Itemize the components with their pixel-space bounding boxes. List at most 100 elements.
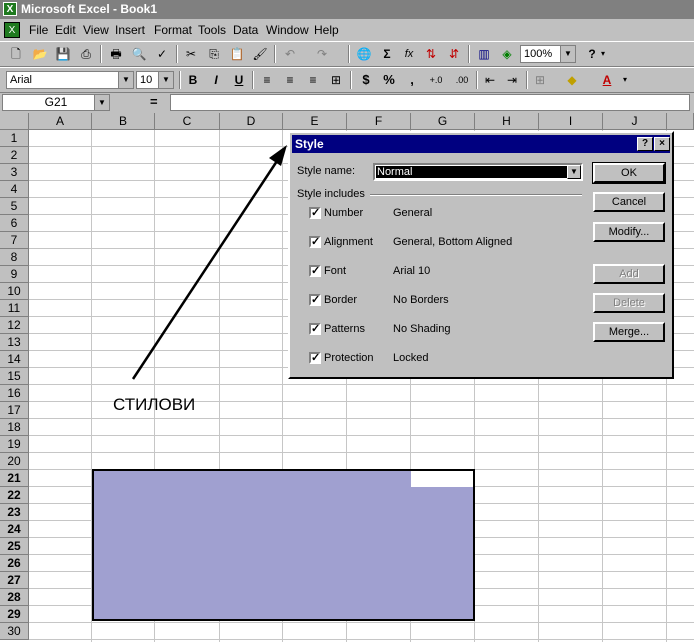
- undo-icon[interactable]: ↶: [280, 45, 300, 63]
- open-icon[interactable]: 📂: [30, 45, 50, 63]
- decrease-indent-icon[interactable]: ⇤: [480, 71, 500, 89]
- protection-value: Locked: [393, 352, 429, 364]
- excel-icon[interactable]: X: [3, 2, 17, 16]
- merge-center-icon[interactable]: ⊞: [326, 71, 346, 89]
- currency-button[interactable]: $: [356, 71, 376, 89]
- menu-edit[interactable]: Edit: [55, 23, 76, 37]
- style-name-select[interactable]: Normal ▼: [373, 163, 583, 181]
- group-divider: [370, 194, 582, 196]
- menu-file[interactable]: File: [29, 23, 48, 37]
- paste-function-icon[interactable]: fx: [399, 45, 419, 63]
- checkbox-alignment[interactable]: ✓: [309, 236, 321, 248]
- comma-button[interactable]: ,: [402, 71, 422, 89]
- font-size-select[interactable]: 10 ▼: [136, 71, 174, 89]
- dialog-title: Style: [295, 137, 324, 151]
- alignment-value: General, Bottom Aligned: [393, 236, 513, 248]
- toolbar-separator: [179, 71, 181, 89]
- checkbox-patterns[interactable]: ✓: [309, 323, 321, 335]
- increase-indent-icon[interactable]: ⇥: [502, 71, 522, 89]
- redo-icon[interactable]: ↷: [312, 45, 332, 63]
- print-icon[interactable]: 🖶: [106, 45, 126, 63]
- checkbox-border[interactable]: ✓: [309, 294, 321, 306]
- borders-icon[interactable]: ⊞: [530, 71, 550, 89]
- menu-window[interactable]: Window: [266, 23, 309, 37]
- align-left-icon[interactable]: ≡: [257, 71, 277, 89]
- delete-button[interactable]: Delete: [593, 293, 665, 313]
- chevron-down-icon[interactable]: ▼: [118, 72, 133, 88]
- new-icon[interactable]: 🗋: [6, 45, 26, 63]
- help-icon[interactable]: ?: [637, 137, 653, 151]
- checkbox-label-font[interactable]: Font: [324, 265, 346, 277]
- checkbox-label-alignment[interactable]: Alignment: [324, 236, 373, 248]
- font-select[interactable]: Arial ▼: [6, 71, 134, 89]
- formula-input[interactable]: [170, 94, 690, 111]
- ok-button[interactable]: OK: [592, 162, 666, 184]
- patterns-value: No Shading: [393, 323, 451, 335]
- spelling-icon[interactable]: ✓: [152, 45, 172, 63]
- decrease-decimal-button[interactable]: .00: [450, 71, 474, 89]
- align-center-icon[interactable]: ≡: [280, 71, 300, 89]
- menu-format[interactable]: Format: [154, 23, 192, 37]
- checkbox-label-protection[interactable]: Protection: [324, 352, 374, 364]
- more-buttons-icon[interactable]: ▾: [620, 71, 630, 89]
- chevron-down-icon[interactable]: ▼: [567, 165, 581, 179]
- toolbar-separator: [526, 71, 528, 89]
- toolbar-separator: [100, 45, 102, 63]
- preview-icon[interactable]: 🔍: [129, 45, 149, 63]
- border-value: No Borders: [393, 294, 449, 306]
- sort-descending-icon[interactable]: ⇵: [444, 45, 464, 63]
- print-preview-icon[interactable]: ⎙: [76, 45, 96, 63]
- toolbar-separator: [350, 71, 352, 89]
- save-icon[interactable]: 💾: [53, 45, 73, 63]
- chevron-down-icon[interactable]: ▼: [560, 46, 575, 62]
- edit-formula-button[interactable]: =: [150, 94, 158, 109]
- toolbar-separator: [468, 45, 470, 63]
- dialog-title-bar: Style ? ×: [292, 135, 670, 153]
- menu-help[interactable]: Help: [314, 23, 339, 37]
- align-right-icon[interactable]: ≡: [303, 71, 323, 89]
- chart-wizard-icon[interactable]: ▥: [474, 45, 494, 63]
- sort-ascending-icon[interactable]: ⇅: [421, 45, 441, 63]
- autosum-icon[interactable]: Σ: [377, 45, 397, 63]
- checkbox-label-number[interactable]: Number: [324, 207, 363, 219]
- format-painter-icon[interactable]: 🖌: [250, 45, 270, 63]
- menu-tools[interactable]: Tools: [198, 23, 226, 37]
- style-name-value[interactable]: Normal: [376, 166, 568, 178]
- modify-button[interactable]: Modify...: [593, 222, 665, 242]
- chevron-down-icon[interactable]: ▼: [158, 72, 173, 88]
- underline-button[interactable]: U: [229, 71, 249, 89]
- chevron-down-icon[interactable]: ▼: [94, 95, 109, 110]
- paste-icon[interactable]: 📋: [227, 45, 247, 63]
- font-size-value: 10: [140, 74, 153, 86]
- menu-insert[interactable]: Insert: [115, 23, 145, 37]
- cancel-button[interactable]: Cancel: [593, 192, 665, 212]
- zoom-select[interactable]: 100% ▼: [520, 45, 576, 63]
- increase-decimal-button[interactable]: +.0: [424, 71, 448, 89]
- checkbox-protection[interactable]: ✓: [309, 352, 321, 364]
- checkbox-label-border[interactable]: Border: [324, 294, 357, 306]
- copy-icon[interactable]: ⎘: [204, 45, 224, 63]
- font-value: Arial: [10, 74, 33, 86]
- merge-button[interactable]: Merge...: [593, 322, 665, 342]
- font-color-icon[interactable]: A: [597, 71, 617, 89]
- bold-button[interactable]: B: [183, 71, 203, 89]
- menu-view[interactable]: View: [83, 23, 109, 37]
- cut-icon[interactable]: ✂: [181, 45, 201, 63]
- menu-data[interactable]: Data: [233, 23, 258, 37]
- hyperlink-icon[interactable]: 🌐: [354, 45, 374, 63]
- more-buttons-icon[interactable]: ▾: [598, 45, 608, 63]
- close-icon[interactable]: ×: [654, 137, 670, 151]
- checkbox-label-patterns[interactable]: Patterns: [324, 323, 365, 335]
- name-box[interactable]: G21 ▼: [2, 94, 110, 111]
- fill-color-icon[interactable]: ◆: [562, 71, 582, 89]
- drawing-icon[interactable]: ◈: [497, 45, 517, 63]
- add-button[interactable]: Add: [593, 264, 665, 284]
- checkbox-number[interactable]: ✓: [309, 207, 321, 219]
- style-name-label: Style name:: [297, 165, 356, 177]
- checkbox-font[interactable]: ✓: [309, 265, 321, 277]
- style-dialog: Style ? × Style name: Normal ▼ Style inc…: [288, 131, 674, 379]
- style-includes-label: Style includes: [297, 188, 365, 200]
- workbook-icon[interactable]: X: [4, 22, 20, 38]
- percent-button[interactable]: %: [379, 71, 399, 89]
- italic-button[interactable]: I: [206, 71, 226, 89]
